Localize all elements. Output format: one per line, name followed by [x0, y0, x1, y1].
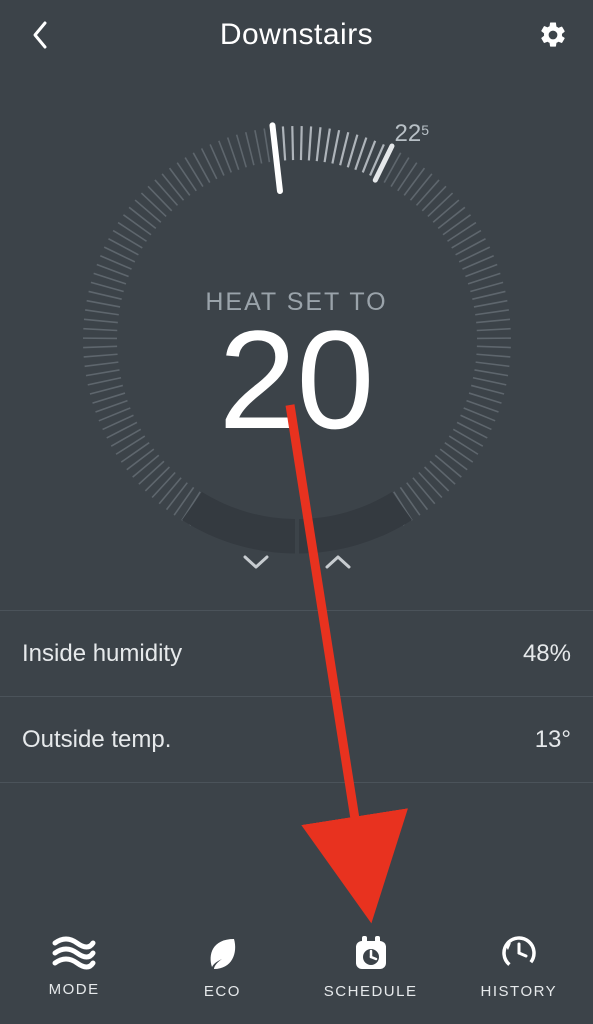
tab-label: SCHEDULE	[324, 983, 418, 1000]
schedule-icon	[351, 933, 391, 973]
ambient-frac: 5	[421, 122, 429, 138]
tab-bar: MODE ECO SCHEDULE HISTORY	[0, 908, 593, 1024]
ambient-temp: 225	[395, 120, 430, 148]
tab-eco[interactable]: ECO	[148, 908, 296, 1024]
leaf-icon	[202, 933, 242, 973]
outside-value: 13°	[535, 726, 571, 754]
tab-history[interactable]: HISTORY	[445, 908, 593, 1024]
chevron-down-icon	[241, 552, 271, 572]
stats-section: Inside humidity 48% Outside temp. 13°	[0, 610, 593, 783]
mode-icon	[52, 935, 96, 971]
history-icon	[499, 933, 539, 973]
gear-icon	[538, 20, 568, 50]
temp-down-button[interactable]	[238, 544, 274, 580]
header: Downstairs	[0, 0, 593, 70]
outside-temp-row[interactable]: Outside temp. 13°	[0, 697, 593, 783]
thermostat-dial[interactable]: HEAT SET TO 20 225	[0, 70, 593, 610]
tab-mode[interactable]: MODE	[0, 908, 148, 1024]
tab-schedule[interactable]: SCHEDULE	[297, 908, 445, 1024]
setpoint-value: 20	[0, 310, 593, 450]
tab-label: ECO	[204, 983, 241, 1000]
settings-button[interactable]	[531, 13, 575, 57]
ambient-int: 22	[395, 120, 422, 147]
outside-label: Outside temp.	[22, 726, 171, 754]
humidity-value: 48%	[523, 640, 571, 668]
chevron-left-icon	[30, 20, 50, 50]
page-title: Downstairs	[220, 18, 373, 52]
tab-label: MODE	[49, 981, 100, 998]
temp-up-button[interactable]	[320, 544, 356, 580]
chevron-up-icon	[323, 552, 353, 572]
tab-label: HISTORY	[481, 983, 558, 1000]
humidity-row[interactable]: Inside humidity 48%	[0, 611, 593, 697]
back-button[interactable]	[18, 13, 62, 57]
humidity-label: Inside humidity	[22, 640, 182, 668]
